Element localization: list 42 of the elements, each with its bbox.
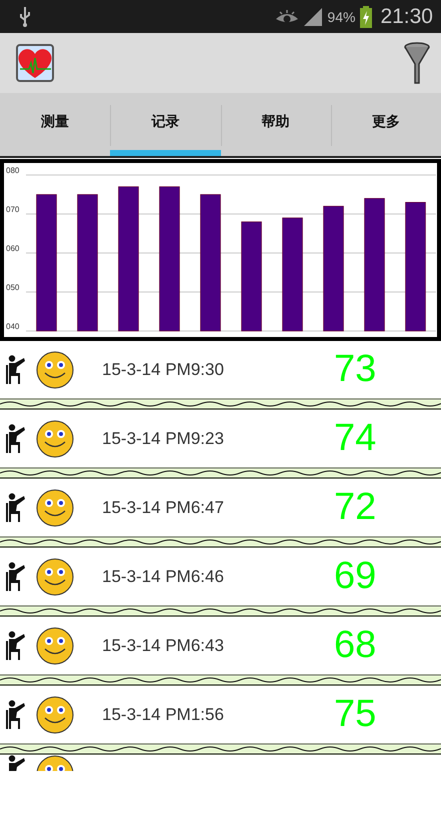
pulse-value: 73 [334,348,376,391]
record-date: 15-3-14 PM9:23 [102,428,225,448]
record-date: 15-3-14 PM6:43 [102,636,225,656]
axis-label: 060 [6,244,20,253]
smiley-icon [36,350,74,388]
filter-icon[interactable] [403,42,431,84]
heart-pulse-icon[interactable] [16,44,54,82]
smiley-icon [36,420,74,458]
seated-person-icon [6,700,28,730]
battery-charging-icon [360,6,372,28]
seated-person-icon [6,630,28,660]
signal-icon [304,8,322,26]
tab[interactable]: 测量 [0,93,110,156]
smiley-icon [36,696,74,734]
record-date: 15-3-14 PM1:56 [102,704,225,724]
pulse-value: 74 [334,417,376,460]
seated-person-icon [6,755,28,771]
smiley-icon [36,558,74,596]
eye-icon [275,8,300,24]
usb-icon [18,6,32,28]
seated-person-icon [6,424,28,454]
tab[interactable]: 帮助 [220,93,331,156]
pulse-value: 72 [334,486,376,529]
axis-label: 050 [6,283,20,292]
smiley-icon [36,755,74,771]
pulse-value: 68 [334,624,376,667]
pulse-value: 75 [334,693,376,736]
smiley-icon [36,626,74,664]
seated-person-icon [6,354,28,384]
record-date: 15-3-14 PM6:46 [102,566,225,586]
clock: 21:30 [380,4,433,28]
axis-label: 070 [6,205,20,214]
smiley-icon [36,488,74,526]
record-date: 15-3-14 PM6:47 [102,498,225,518]
record-date: 15-3-14 PM9:30 [102,360,225,380]
tab[interactable]: 更多 [330,93,441,156]
pulse-value: 69 [334,555,376,598]
axis-label: 080 [6,166,20,175]
seated-person-icon [6,562,28,592]
battery-percent: 94% [327,8,356,24]
seated-person-icon [6,492,28,522]
axis-label: 040 [6,322,20,331]
